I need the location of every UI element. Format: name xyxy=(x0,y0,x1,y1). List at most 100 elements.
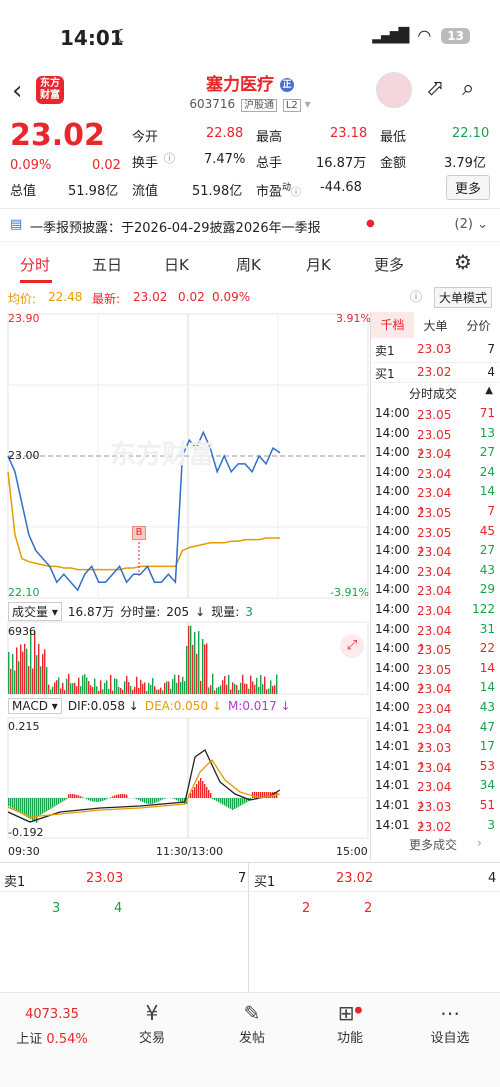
macd-bar xyxy=(26,798,28,817)
volume-bar xyxy=(10,668,12,694)
volume-bar xyxy=(22,651,24,694)
volume-bar xyxy=(196,653,198,694)
volume-bar xyxy=(218,686,220,694)
notice-count[interactable]: (2) ⌄ xyxy=(455,217,488,232)
float-value: 51.98亿 xyxy=(192,184,243,199)
nav-add-watchlist[interactable]: ⋯ 设自选 xyxy=(410,1001,490,1046)
notice-text[interactable]: 一季报预披露：于2026-04-29披露2026年一季报 xyxy=(30,217,321,236)
volume-bar xyxy=(154,686,156,694)
macd-bar xyxy=(58,798,60,804)
macd-bar xyxy=(42,798,44,814)
volume-bar xyxy=(26,648,28,694)
bid1-row: 买1 23.02 4 xyxy=(373,362,499,382)
tab-more[interactable]: 更多 xyxy=(374,254,404,275)
nav-post[interactable]: ✎ 发帖 xyxy=(212,1001,292,1046)
big-order-mode-button[interactable]: 大单模式 xyxy=(434,287,493,308)
macd-bar xyxy=(238,798,240,807)
stock-name[interactable]: 塞力医疗 正 xyxy=(0,70,500,95)
share-icon[interactable]: ⬀ xyxy=(426,76,444,101)
volume-bar xyxy=(132,689,134,694)
volume-bar xyxy=(180,682,182,694)
volume-bar xyxy=(108,688,110,694)
price-top-label: 23.90 xyxy=(8,312,40,325)
tab-weekly-k[interactable]: 周K xyxy=(236,254,261,275)
macd-bar xyxy=(100,798,102,802)
index-ticker[interactable]: 4073.35 上证 0.54% xyxy=(12,1007,92,1047)
trade-volume: 3 xyxy=(487,817,495,832)
volume-bar xyxy=(214,690,216,694)
macd-bar xyxy=(228,798,230,808)
intraday-chart[interactable]: 23.90 3.91% 23.00 22.10 -3.91% 东方财富 B 成交… xyxy=(0,312,371,862)
nav-functions[interactable]: ⊞● 功能 xyxy=(310,1001,390,1046)
macd-bar xyxy=(102,798,104,801)
tab-intraday[interactable]: 分时 xyxy=(20,254,50,275)
settings-icon[interactable]: ⚙ xyxy=(454,250,472,274)
volume-bar xyxy=(242,674,244,694)
macd-bar xyxy=(216,798,218,802)
volume-split: 205 xyxy=(166,604,190,619)
volume-bar xyxy=(204,644,206,694)
search-icon[interactable]: ⌕ xyxy=(462,76,474,101)
volume-bar xyxy=(138,688,140,694)
volume-bar xyxy=(116,679,118,694)
trades-header: 分时成交 ▲ xyxy=(373,382,499,402)
trade-time: 14:01 xyxy=(375,778,410,793)
volume-bar xyxy=(100,680,102,694)
help-icon[interactable]: ⓘ xyxy=(410,288,422,305)
more-button[interactable]: 更多 xyxy=(445,175,490,200)
more-trades-label[interactable]: 更多成交 xyxy=(409,836,457,853)
macd-title[interactable]: MACD ▾ xyxy=(8,698,62,714)
index-pct: 0.54% xyxy=(46,1032,88,1047)
macd-bar xyxy=(230,798,232,809)
dropdown-icon[interactable]: ▾ xyxy=(305,97,311,111)
low-value: 22.10 xyxy=(452,126,490,141)
volume-bar xyxy=(110,674,112,694)
notice-bar[interactable]: ▤ 一季报预披露：于2026-04-29披露2026年一季报 ● (2) ⌄ xyxy=(0,208,500,242)
collapse-icon[interactable]: ▲ xyxy=(485,385,493,396)
volume-total: 16.87万 xyxy=(67,605,115,619)
trade-time: 14:01 xyxy=(375,758,410,773)
nav-trade[interactable]: ¥ 交易 xyxy=(112,1001,192,1046)
macd-bar xyxy=(112,796,114,798)
trade-time: 14:00 xyxy=(375,425,410,440)
volume-bar xyxy=(210,685,212,694)
expand-icon[interactable]: ⤢ xyxy=(340,634,364,658)
info-icon[interactable]: ⓘ xyxy=(164,150,175,166)
volume-bar xyxy=(76,686,78,694)
trade-row: 14:01 23.04 ↑ 53 xyxy=(375,758,495,775)
assistant-avatar[interactable] xyxy=(376,72,412,108)
volume-title[interactable]: 成交量 ▾ xyxy=(8,602,62,621)
volume-bar xyxy=(72,683,74,694)
volume-bar xyxy=(220,685,222,694)
tab-daily-k[interactable]: 日K xyxy=(164,254,189,275)
volume-bar xyxy=(20,644,22,694)
more-trades-button[interactable]: 更多成交 › xyxy=(373,834,499,854)
ask1-row: 卖1 23.03 7 xyxy=(373,340,499,360)
macd-bar xyxy=(200,778,202,798)
tab-five-day[interactable]: 五日 xyxy=(92,254,122,275)
volume-bar xyxy=(262,684,264,694)
unread-dot: ● xyxy=(366,218,375,229)
macd-bar xyxy=(198,781,200,798)
trade-time: 14:00 xyxy=(375,582,410,597)
macd-bar xyxy=(66,798,68,800)
volume-bar xyxy=(118,686,120,694)
volume-bar xyxy=(18,661,20,694)
volume-bar xyxy=(84,674,86,694)
tab-big-orders[interactable]: 大单 xyxy=(414,317,457,334)
macd-bar xyxy=(124,794,126,798)
trade-row: 14:00 23.04 24 xyxy=(375,464,495,481)
macd-bar xyxy=(122,794,124,798)
volume-bar xyxy=(166,681,168,694)
macd-bar xyxy=(154,798,156,804)
volume-bar xyxy=(36,655,38,694)
volume-bar xyxy=(244,683,246,694)
macd-bar xyxy=(68,794,70,798)
tab-price-dist[interactable]: 分价 xyxy=(457,317,500,334)
tab-order-depth[interactable]: 千档 xyxy=(371,312,414,338)
tab-monthly-k[interactable]: 月K xyxy=(306,254,331,275)
buy-marker[interactable]: B xyxy=(132,526,146,540)
mktcap-value: 51.98亿 xyxy=(68,184,119,199)
macd-bar xyxy=(218,798,220,803)
macd-bar xyxy=(98,798,100,802)
